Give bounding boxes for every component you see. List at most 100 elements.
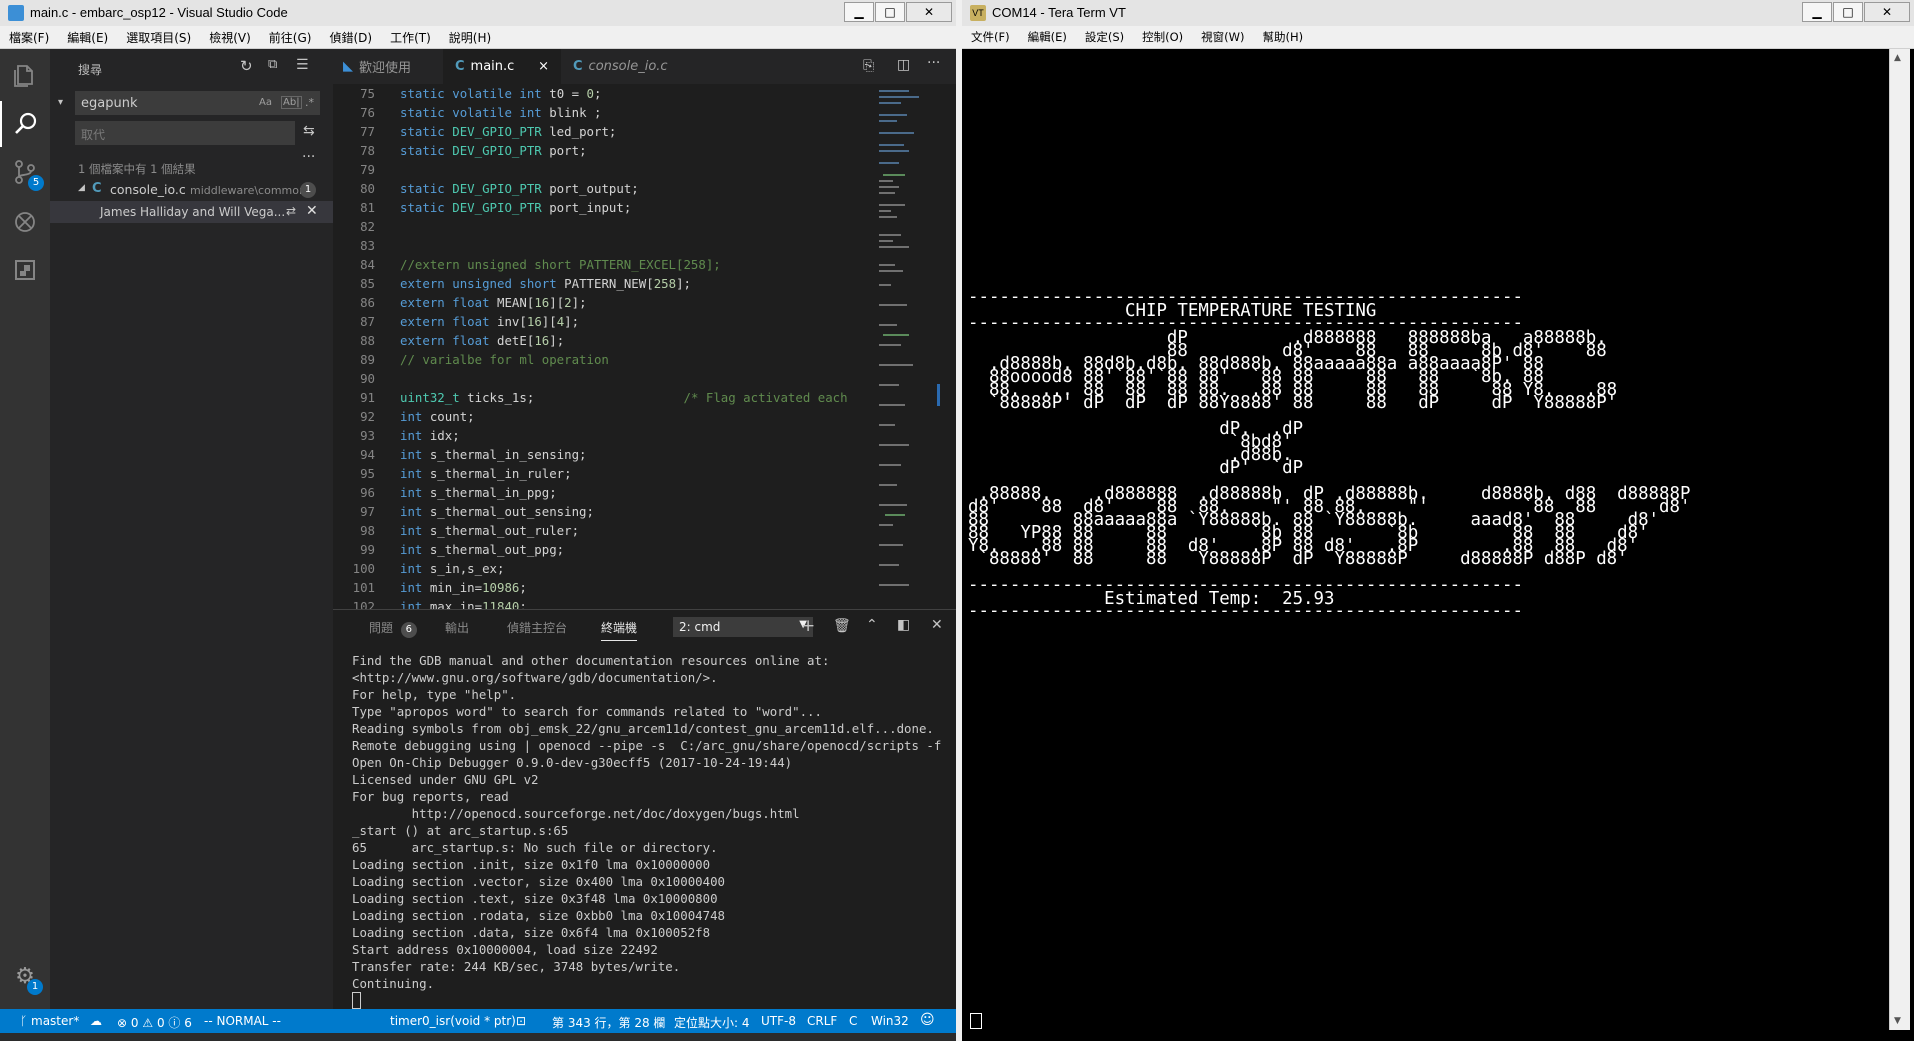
terminal-select[interactable]: 2: cmd ▼ (673, 617, 813, 637)
branch-status[interactable]: ᚴ master* (20, 1014, 79, 1028)
tab-debug-console[interactable]: 偵錯主控台 (507, 619, 567, 636)
close-window-button[interactable]: ✕ (906, 2, 952, 22)
code-line[interactable]: 82 (333, 217, 873, 236)
code-line[interactable]: 75 static volatile int t0 = 0; (333, 84, 873, 103)
minimize-button[interactable]: ▁ (1802, 2, 1832, 22)
code-line[interactable]: 78 static DEV_GPIO_PTR port; (333, 141, 873, 160)
dismiss-match-icon[interactable]: ✕ (306, 203, 318, 219)
search-icon[interactable] (0, 101, 50, 147)
explorer-icon[interactable] (0, 53, 50, 99)
teraterm-titlebar[interactable]: VT COM14 - Tera Term VT ▁ □ ✕ (962, 0, 1914, 26)
source-control-icon[interactable]: 5 (0, 149, 50, 195)
menu-file[interactable]: 文件(F) (962, 29, 1019, 45)
code-line[interactable]: 96 int s_thermal_in_ppg; (333, 483, 873, 502)
maximize-button[interactable]: □ (875, 2, 905, 22)
new-terminal-icon[interactable]: + (801, 616, 815, 636)
code-line[interactable]: 93 int idx; (333, 426, 873, 445)
line-ending[interactable]: CRLF (807, 1014, 837, 1028)
code-line[interactable]: 80 static DEV_GPIO_PTR port_output; (333, 179, 873, 198)
feedback-smiley-icon[interactable]: ☺ (920, 1012, 935, 1028)
menu-help[interactable]: 說明(H) (440, 29, 500, 46)
code-line[interactable]: 83 (333, 236, 873, 255)
code-line[interactable]: 79 (333, 160, 873, 179)
scroll-up-arrow-icon[interactable]: ▲ (1894, 53, 1901, 63)
code-line[interactable]: 90 (333, 369, 873, 388)
code-editor[interactable]: 75 static volatile int t0 = 0; 76 static vo… (333, 84, 873, 609)
result-file-row[interactable]: ◢ C console_io.c middleware\common 1 (50, 179, 333, 201)
code-line[interactable]: 100 int s_in,s_ex; (333, 559, 873, 578)
code-line[interactable]: 91 uint32_t ticks_1s; /* Flag activated e… (333, 388, 873, 407)
code-line[interactable]: 94 int s_thermal_in_sensing; (333, 445, 873, 464)
match-word-toggle[interactable]: Ab| (281, 96, 302, 109)
refresh-icon[interactable]: ↻ (240, 57, 253, 75)
menu-edit[interactable]: 編輯(E) (58, 29, 117, 46)
tab-close-icon[interactable]: × (538, 59, 549, 74)
menu-go[interactable]: 前往(G) (260, 29, 321, 46)
clear-results-icon[interactable]: ⧉ (268, 57, 277, 72)
split-editor-icon[interactable]: ◫ (897, 57, 910, 73)
vscode-titlebar[interactable]: main.c - embarc_osp12 - Visual Studio Co… (0, 0, 956, 26)
code-line[interactable]: 89 // varialbe for ml operation (333, 350, 873, 369)
code-line[interactable]: 85 extern unsigned short PATTERN_NEW[258]… (333, 274, 873, 293)
debug-icon[interactable] (0, 199, 50, 245)
more-options-icon[interactable]: ··· (302, 149, 315, 165)
preview-icon[interactable]: ⊡ (516, 1014, 526, 1028)
trash-icon[interactable]: 🗑 (833, 618, 851, 634)
collapse-all-icon[interactable]: ☰ (296, 57, 309, 73)
code-line[interactable]: 102 int max_in=11840; (333, 597, 873, 609)
tab-console-io-c[interactable]: C console_io.c (561, 49, 689, 84)
search-input[interactable]: egapunk Aa Ab| .* (75, 91, 320, 115)
code-line[interactable]: 87 extern float inv[16][4]; (333, 312, 873, 331)
terminal-screen[interactable]: ----------------------------------------… (968, 49, 1886, 1030)
tab-welcome[interactable]: ◣ 歡迎使用 (333, 49, 443, 84)
panel-layout-icon[interactable]: ◧ (897, 617, 910, 633)
extensions-icon[interactable] (0, 247, 50, 293)
replace-match-icon[interactable]: ⇄ (286, 204, 296, 218)
code-line[interactable]: 97 int s_thermal_out_sensing; (333, 502, 873, 521)
indentation[interactable]: 定位點大小: 4 (674, 1014, 750, 1031)
terminal-output[interactable]: Find the GDB manual and other documentat… (352, 652, 952, 992)
menu-edit[interactable]: 編輯(E) (1019, 29, 1076, 45)
menu-debug[interactable]: 偵錯(D) (320, 29, 381, 46)
menu-window[interactable]: 視窗(W) (1192, 29, 1253, 45)
tab-output[interactable]: 輸出 (445, 619, 469, 636)
cursor-position[interactable]: 第 343 行，第 28 欄 (552, 1014, 665, 1031)
menu-help[interactable]: 幫助(H) (1254, 29, 1313, 45)
settings-gear-icon[interactable]: ⚙ 1 (0, 953, 50, 999)
expand-chevron-icon[interactable]: ◢ (78, 183, 85, 193)
sync-icon[interactable]: ☁ (90, 1014, 102, 1028)
match-case-toggle[interactable]: Aa (259, 97, 272, 108)
code-line[interactable]: 84 //extern unsigned short PATTERN_EXCEL[… (333, 255, 873, 274)
replace-all-icon[interactable]: ⇆ (303, 123, 315, 139)
maximize-panel-icon[interactable]: ⌃ (866, 617, 878, 633)
code-line[interactable]: 86 extern float MEAN[16][2]; (333, 293, 873, 312)
language-mode[interactable]: C (849, 1014, 857, 1028)
code-line[interactable]: 81 static DEV_GPIO_PTR port_input; (333, 198, 873, 217)
code-line[interactable]: 99 int s_thermal_out_ppg; (333, 540, 873, 559)
code-line[interactable]: 77 static DEV_GPIO_PTR led_port; (333, 122, 873, 141)
menu-selection[interactable]: 選取項目(S) (117, 29, 200, 46)
menu-file[interactable]: 檔案(F) (0, 29, 58, 46)
encoding[interactable]: UTF-8 (761, 1014, 796, 1028)
minimize-button[interactable]: ▁ (844, 2, 874, 22)
menu-view[interactable]: 檢視(V) (200, 29, 260, 46)
code-line[interactable]: 92 int count; (333, 407, 873, 426)
tab-terminal[interactable]: 終端機 (601, 619, 638, 641)
problems-status[interactable]: ⊗ 0 ⚠ 0 ⓘ 6 (117, 1014, 192, 1031)
code-line[interactable]: 88 extern float detE[16]; (333, 331, 873, 350)
open-changes-icon[interactable]: ⎘ (863, 58, 874, 74)
result-match-row[interactable]: James Halliday and Will Vega... ⇄ ✕ (50, 201, 333, 223)
menu-tasks[interactable]: 工作(T) (381, 29, 440, 46)
code-line[interactable]: 95 int s_thermal_in_ruler; (333, 464, 873, 483)
toggle-replace-chevron-icon[interactable]: ▾ (58, 97, 63, 108)
platform[interactable]: Win32 (871, 1014, 909, 1028)
tab-problems[interactable]: 問題 6 (369, 619, 417, 638)
regex-toggle[interactable]: .* (305, 96, 314, 109)
menu-control[interactable]: 控制(O) (1133, 29, 1192, 45)
vertical-scrollbar[interactable]: ▲ ▼ (1889, 49, 1910, 1030)
maximize-button[interactable]: □ (1833, 2, 1863, 22)
code-line[interactable]: 101 int min_in=10986; (333, 578, 873, 597)
close-panel-icon[interactable]: ✕ (931, 617, 943, 633)
menu-setup[interactable]: 設定(S) (1076, 29, 1133, 45)
replace-input[interactable]: 取代 (75, 121, 295, 145)
